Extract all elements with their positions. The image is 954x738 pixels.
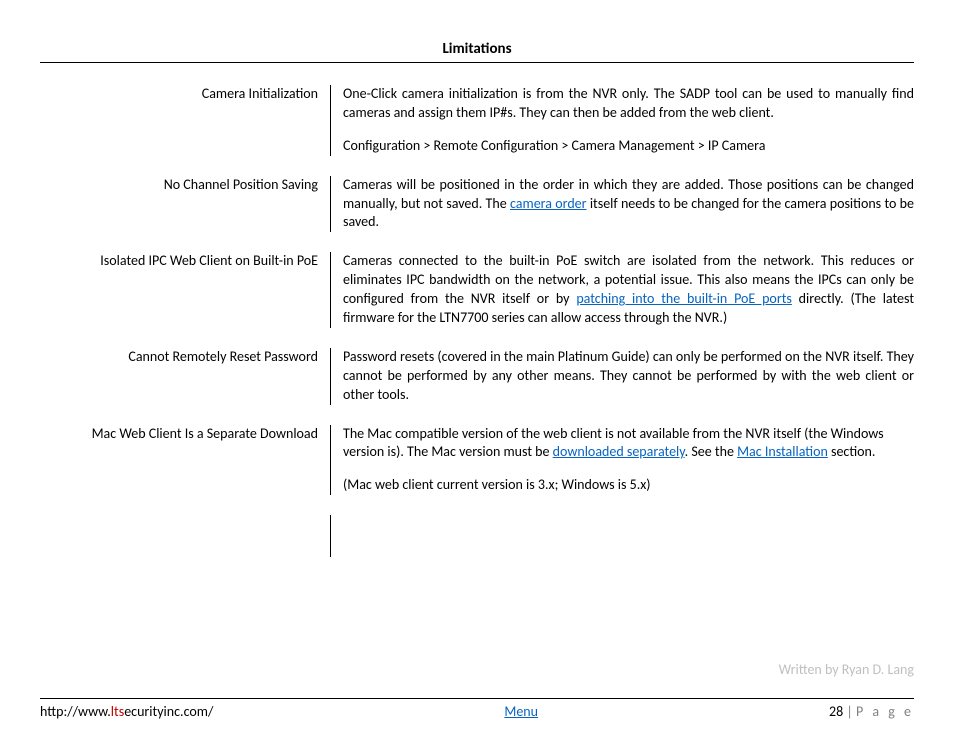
row-label: Cannot Remotely Reset Password (40, 348, 330, 367)
url-part: http://www. (40, 703, 111, 720)
url-part: ecurityinc.com/ (124, 703, 213, 720)
footer-menu-link[interactable]: Menu (504, 703, 538, 720)
table-row: Isolated IPC Web Client on Built-in PoE C… (40, 252, 914, 328)
inline-link[interactable]: patching into the built-in PoE ports (576, 290, 792, 307)
limitations-table: Camera Initialization One-Click camera in… (40, 85, 914, 495)
row-label: Camera Initialization (40, 85, 330, 104)
paragraph: Cameras connected to the built-in PoE sw… (343, 252, 914, 328)
paragraph: Configuration > Remote Configuration > C… (343, 137, 914, 156)
inline-link[interactable]: camera order (510, 195, 587, 212)
row-description: Cameras connected to the built-in PoE sw… (330, 252, 914, 328)
row-description: The Mac compatible version of the web cl… (330, 425, 914, 496)
paragraph: Cameras will be positioned in the order … (343, 176, 914, 233)
table-row: No Channel Position Saving Cameras will b… (40, 176, 914, 233)
row-label: Isolated IPC Web Client on Built-in PoE (40, 252, 330, 271)
page-footer: http://www.ltsecurityinc.com/ Menu 28 | … (40, 698, 914, 720)
author-attribution: Written by Ryan D. Lang (779, 661, 914, 678)
paragraph: Password resets (covered in the main Pla… (343, 348, 914, 405)
row-description: Cameras will be positioned in the order … (330, 176, 914, 233)
inline-link[interactable]: Mac Installation (737, 443, 828, 460)
row-description: Password resets (covered in the main Pla… (330, 348, 914, 405)
paragraph: One-Click camera initialization is from … (343, 85, 914, 123)
page-number: 28 | P a g e (829, 703, 914, 720)
footer-url: http://www.ltsecurityinc.com/ (40, 703, 213, 720)
row-description: One-Click camera initialization is from … (330, 85, 914, 156)
table-row: Mac Web Client Is a Separate Download The… (40, 425, 914, 496)
url-brand: lts (111, 703, 124, 720)
divider-tail (330, 515, 914, 557)
paragraph: (Mac web client current version is 3.x; … (343, 476, 914, 495)
row-label: No Channel Position Saving (40, 176, 330, 195)
table-row: Cannot Remotely Reset Password Password r… (40, 348, 914, 405)
row-label: Mac Web Client Is a Separate Download (40, 425, 330, 444)
section-heading: Limitations (40, 40, 914, 63)
table-row: Camera Initialization One-Click camera in… (40, 85, 914, 156)
paragraph: The Mac compatible version of the web cl… (343, 425, 914, 463)
inline-link[interactable]: downloaded separately (553, 443, 685, 460)
